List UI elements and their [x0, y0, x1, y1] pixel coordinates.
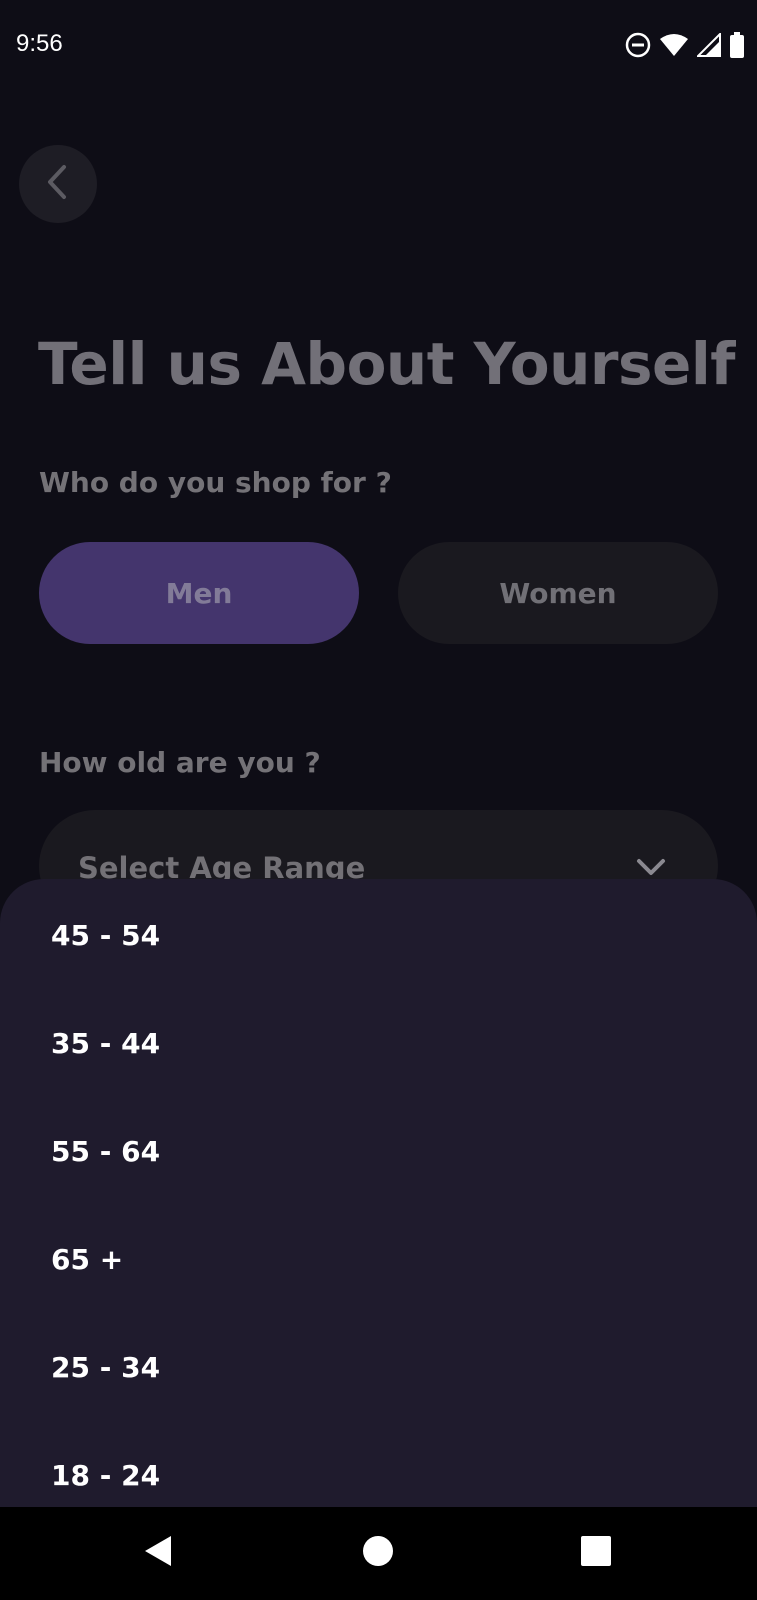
age-label: How old are you ? [39, 746, 321, 779]
women-button[interactable]: Women [398, 542, 718, 644]
status-icons [625, 31, 745, 62]
age-option-35-44[interactable]: 35 - 44 [51, 1027, 160, 1060]
page-title: Tell us About Yourself [38, 330, 736, 398]
nav-recents-button[interactable] [576, 1533, 616, 1573]
back-triangle-icon [142, 1533, 174, 1573]
nav-home-button[interactable] [358, 1533, 398, 1573]
do-not-disturb-icon [625, 32, 651, 62]
navigation-bar [0, 1507, 757, 1600]
nav-back-button[interactable] [138, 1533, 178, 1573]
status-time: 9:56 [16, 30, 63, 57]
chevron-down-icon [636, 858, 666, 880]
age-range-sheet: 45 - 54 35 - 44 55 - 64 65 + 25 - 34 18 … [0, 879, 757, 1507]
recents-square-icon [581, 1536, 611, 1570]
age-option-25-34[interactable]: 25 - 34 [51, 1351, 160, 1384]
women-button-label: Women [499, 576, 617, 610]
signal-icon [695, 31, 721, 61]
men-button[interactable]: Men [39, 542, 359, 644]
men-button-label: Men [165, 576, 233, 610]
age-option-18-24[interactable]: 18 - 24 [51, 1459, 160, 1492]
status-bar: 9:56 [0, 0, 757, 96]
age-option-45-54[interactable]: 45 - 54 [51, 919, 160, 952]
home-circle-icon [362, 1535, 394, 1571]
age-option-65-plus[interactable]: 65 + [51, 1243, 123, 1276]
back-button[interactable] [19, 145, 97, 223]
screen: 9:56 Tell us About Yourself Who do you s… [0, 0, 757, 1600]
shop-for-label: Who do you shop for ? [39, 466, 392, 499]
wifi-icon [659, 33, 689, 61]
chevron-left-icon [44, 164, 72, 204]
age-option-55-64[interactable]: 55 - 64 [51, 1135, 160, 1168]
battery-icon [729, 32, 745, 62]
